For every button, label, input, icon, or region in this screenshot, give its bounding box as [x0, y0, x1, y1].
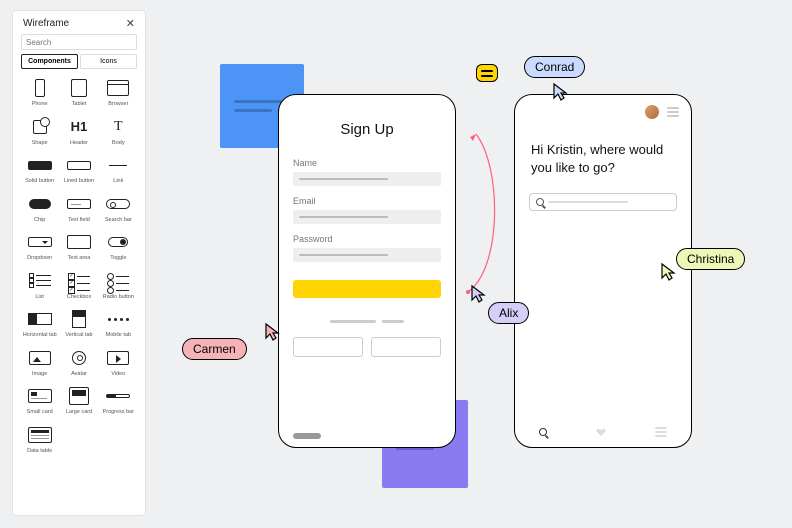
component-label: Phone: [32, 102, 48, 108]
menu-icon[interactable]: [667, 107, 679, 117]
component-label: Shape: [32, 141, 48, 147]
component-label: Lined button: [64, 179, 94, 185]
component-label: Browser: [108, 102, 128, 108]
component-checkbox[interactable]: Checkbox: [60, 266, 97, 303]
label-password: Password: [293, 234, 441, 244]
home-indicator: [293, 433, 321, 439]
component-shape[interactable]: Shape: [21, 112, 58, 149]
component-image[interactable]: Image: [21, 343, 58, 380]
search-input[interactable]: [21, 34, 137, 50]
component-label: Body: [112, 141, 125, 147]
component-vertical-tab[interactable]: Vertical tab: [60, 304, 97, 341]
component-horizontal-tab[interactable]: Horizontal tab: [21, 304, 58, 341]
component-small-card[interactable]: Small card: [21, 381, 58, 418]
name-field[interactable]: [293, 172, 441, 186]
tab-components[interactable]: Components: [21, 54, 78, 69]
panel-title: Wireframe: [23, 18, 69, 29]
secondary-button[interactable]: [293, 337, 363, 357]
greeting-text: Hi Kristin, where would you like to go?: [531, 141, 675, 177]
component-progress-bar[interactable]: Progress bar: [100, 381, 137, 418]
component-large-card[interactable]: Large card: [60, 381, 97, 418]
component-chip[interactable]: Chip: [21, 189, 58, 226]
email-field[interactable]: [293, 210, 441, 224]
component-video[interactable]: Video: [100, 343, 137, 380]
component-tablet[interactable]: Tablet: [60, 73, 97, 110]
cursor-carmen: [264, 322, 280, 342]
page-title: Sign Up: [279, 121, 455, 138]
component-data-table[interactable]: Data table: [21, 420, 58, 457]
component-search-bar[interactable]: Search bar: [100, 189, 137, 226]
component-label: Radio button: [103, 295, 134, 301]
component-label: Solid button: [25, 179, 54, 185]
component-label: Header: [70, 141, 88, 147]
component-label: Video: [111, 372, 125, 378]
chat-bubble-icon[interactable]: [476, 64, 498, 82]
collaborator-label-carmen: Carmen: [182, 338, 247, 360]
tab-icons[interactable]: Icons: [80, 54, 137, 69]
component-label: Large card: [66, 410, 92, 416]
secondary-button[interactable]: [371, 337, 441, 357]
component-lined-button[interactable]: Lined button: [60, 150, 97, 187]
component-link[interactable]: Link: [100, 150, 137, 187]
component-avatar[interactable]: Avatar: [60, 343, 97, 380]
component-list[interactable]: List: [21, 266, 58, 303]
component-label: Toggle: [110, 256, 126, 262]
password-field[interactable]: [293, 248, 441, 262]
divider: [316, 320, 418, 323]
component-label: Small card: [27, 410, 53, 416]
component-label: Vertical tab: [65, 333, 92, 339]
component-toggle[interactable]: Toggle: [100, 227, 137, 264]
avatar[interactable]: [645, 105, 659, 119]
component-header[interactable]: H1Header: [60, 112, 97, 149]
component-label: List: [35, 295, 44, 301]
heart-icon[interactable]: [595, 427, 607, 437]
component-label: Horizontal tab: [23, 333, 57, 339]
component-dropdown[interactable]: Dropdown: [21, 227, 58, 264]
collaborator-label-conrad: Conrad: [524, 56, 585, 78]
component-phone[interactable]: Phone: [21, 73, 58, 110]
component-text-area[interactable]: Text area: [60, 227, 97, 264]
cursor-conrad: [552, 82, 568, 102]
label-name: Name: [293, 158, 441, 168]
label-email: Email: [293, 196, 441, 206]
component-label: Avatar: [71, 372, 87, 378]
component-browser[interactable]: Browser: [100, 73, 137, 110]
wireframe-panel: Wireframe ✕ Components Icons Phone Tablet…: [12, 10, 146, 516]
component-label: Progress bar: [103, 410, 135, 416]
search-icon[interactable]: [539, 428, 547, 436]
submit-button[interactable]: [293, 280, 441, 298]
component-text-field[interactable]: Text field: [60, 189, 97, 226]
component-mobile-tab[interactable]: Mobile tab: [100, 304, 137, 341]
component-label: Image: [32, 372, 47, 378]
component-label: Text field: [68, 218, 90, 224]
component-label: Checkbox: [67, 295, 91, 301]
cursor-christina: [660, 262, 676, 282]
component-label: Chip: [34, 218, 45, 224]
collaborator-label-christina: Christina: [676, 248, 745, 270]
mobile-frame-signup[interactable]: Sign Up Name Email Password: [278, 94, 456, 448]
component-solid-button[interactable]: Solid button: [21, 150, 58, 187]
connector-arrow[interactable]: [462, 128, 502, 296]
component-label: Data table: [27, 449, 52, 455]
component-label: Link: [113, 179, 123, 185]
component-label: Dropdown: [27, 256, 52, 262]
component-label: Mobile tab: [106, 333, 131, 339]
component-label: Search bar: [105, 218, 132, 224]
search-icon: [536, 198, 544, 206]
close-icon[interactable]: ✕: [126, 17, 135, 30]
canvas[interactable]: Sign Up Name Email Password Hi Kristin, …: [160, 0, 792, 528]
component-label: Tablet: [72, 102, 87, 108]
menu-icon[interactable]: [655, 427, 667, 437]
cursor-alix: [470, 284, 486, 304]
component-body[interactable]: TBody: [100, 112, 137, 149]
collaborator-label-alix: Alix: [488, 302, 529, 324]
search-input[interactable]: [529, 193, 677, 211]
component-radio-button[interactable]: Radio button: [100, 266, 137, 303]
component-label: Text area: [68, 256, 91, 262]
